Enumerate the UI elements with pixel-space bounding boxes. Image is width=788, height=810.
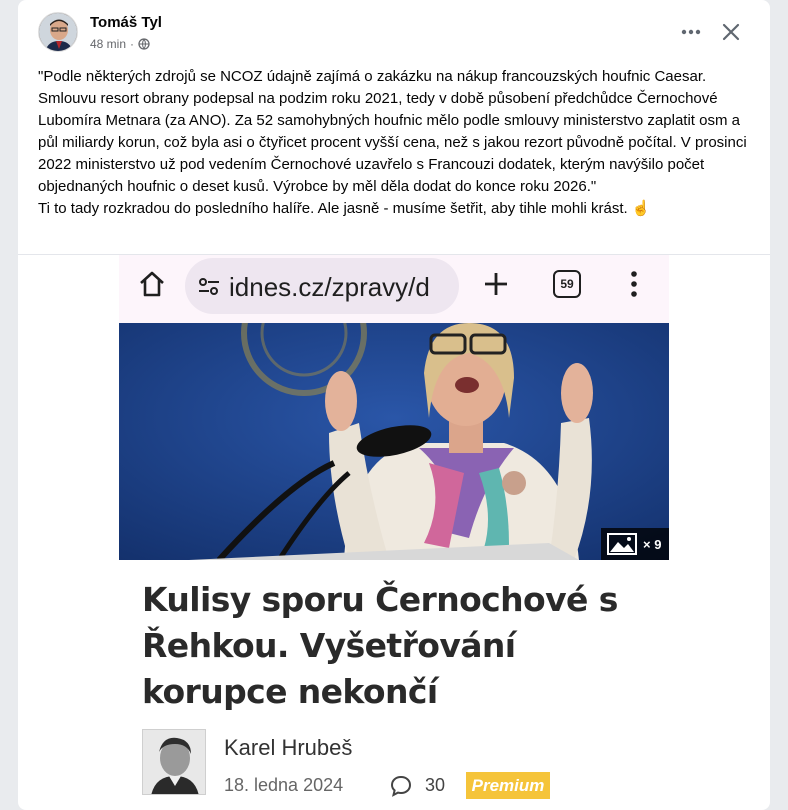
globe-icon (138, 38, 150, 50)
kebab-menu-icon (631, 271, 637, 297)
author-photo (142, 729, 206, 795)
more-horizontal-icon (681, 29, 701, 35)
article-headline: Kulisy sporu Černochové s Řehkou. Vyšetř… (142, 580, 618, 711)
address-bar: idnes.cz/zpravy/d (185, 258, 459, 314)
post-paragraph-quote: "Podle některých zdrojů se NCOZ údajně z… (38, 68, 747, 195)
article-date: 18. ledna 2024 (224, 775, 344, 795)
tune-icon (199, 278, 219, 295)
premium-badge: Premium (466, 772, 550, 799)
speaker-photo (119, 323, 669, 560)
author-avatar[interactable] (38, 12, 78, 52)
meta-separator: · (130, 37, 135, 51)
comment-count: 30 (425, 775, 446, 795)
home-icon (140, 271, 164, 297)
post-paragraph-comment: Ti to tady rozkradou do posledního halíř… (38, 200, 651, 217)
post-time[interactable]: 48 min (90, 37, 126, 51)
article-photo: × 9 (119, 323, 669, 560)
plus-icon (485, 273, 507, 295)
attached-image[interactable]: idnes.cz/zpravy/d 59 × 9 Kulisy sporu Če… (119, 255, 669, 810)
gallery-count: × 9 (643, 536, 662, 552)
close-button[interactable] (713, 14, 749, 50)
url-text: idnes.cz/zpravy/d (229, 272, 430, 302)
post-header: Tomáš Tyl 48 min · (18, 0, 770, 64)
tabs-icon: 59 (553, 270, 581, 298)
image-gallery-icon (607, 533, 637, 555)
post-text: "Podle některých zdrojů se NCOZ údajně z… (38, 66, 758, 220)
gallery-badge[interactable]: × 9 (601, 528, 669, 560)
article-author: Karel Hrubeš (224, 735, 353, 760)
more-options-button[interactable] (673, 14, 709, 50)
close-icon (722, 23, 740, 41)
author-name[interactable]: Tomáš Tyl (90, 14, 162, 31)
post-meta: 48 min · (90, 37, 150, 51)
comment-bubble-icon (390, 775, 412, 797)
browser-toolbar: idnes.cz/zpravy/d 59 (119, 255, 669, 323)
post-card: Tomáš Tyl 48 min · "Podle některých zdro… (18, 0, 770, 810)
